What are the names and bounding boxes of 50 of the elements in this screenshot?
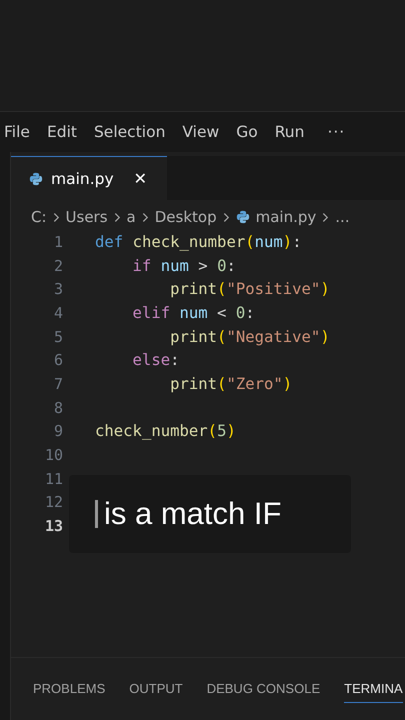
editor-tab[interactable]: main.py ✕ — [11, 156, 168, 200]
line-number: 2 — [52, 256, 64, 275]
code-line: if num > 0: — [132, 256, 236, 275]
breadcrumb-item[interactable]: Users — [66, 208, 108, 226]
code-line: print("Zero") — [170, 374, 292, 393]
menu-item[interactable]: Selection — [94, 123, 166, 141]
chevron-icon — [322, 212, 330, 222]
line-number: 10 — [44, 446, 64, 464]
chevron-icon — [52, 212, 60, 222]
code-line: check_number(5) — [95, 422, 236, 440]
caption-text: is a match IF — [104, 496, 282, 532]
breadcrumb-item[interactable]: a — [126, 208, 136, 226]
python-icon — [29, 172, 43, 186]
panel-tab[interactable]: TERMINA — [344, 675, 403, 703]
tab-label: main.py — [51, 170, 114, 188]
code-line: else: — [132, 351, 180, 370]
code-line: elif num < 0: — [132, 304, 255, 322]
breadcrumb-item[interactable]: C: — [31, 208, 47, 226]
menu-item[interactable]: Edit — [46, 123, 77, 141]
line-number: 5 — [52, 328, 64, 346]
line-number: 7 — [52, 374, 64, 393]
breadcrumb-item[interactable]: main.py — [256, 208, 316, 226]
chevron-icon — [142, 212, 149, 222]
panel-tab[interactable]: PROBLEMS — [33, 675, 106, 703]
line-number: 13 — [44, 517, 64, 536]
breadcrumb-item[interactable]: Desktop — [154, 208, 217, 226]
code-line: print("Positive") — [170, 280, 330, 298]
panel-tab[interactable]: DEBUG CONSOLE — [206, 675, 320, 703]
breadcrumb-more[interactable]: ... — [335, 208, 350, 226]
python-icon — [236, 210, 250, 224]
line-number: 11 — [44, 470, 64, 488]
menu-item[interactable]: View — [182, 123, 220, 141]
line-number: 4 — [52, 304, 64, 322]
chevron-icon — [222, 212, 230, 222]
line-number: 1 — [52, 232, 64, 251]
text-cursor — [95, 500, 98, 528]
chevron-icon — [114, 212, 121, 222]
line-number: 8 — [52, 398, 64, 417]
line-number: 3 — [52, 280, 64, 298]
menu-item[interactable]: Run — [274, 123, 304, 141]
code-line: print("Negative") — [170, 328, 330, 346]
line-number: 12 — [44, 493, 64, 512]
panel-tab[interactable]: OUTPUT — [129, 675, 183, 703]
menu-item[interactable]: Go — [236, 123, 258, 141]
line-number: 9 — [52, 422, 64, 440]
line-number: 6 — [52, 351, 64, 370]
code-line: def check_number(num): — [95, 232, 302, 251]
more-menu[interactable]: ··· — [327, 123, 346, 141]
menu-item[interactable]: File — [4, 123, 30, 141]
close-icon[interactable]: ✕ — [134, 169, 148, 188]
